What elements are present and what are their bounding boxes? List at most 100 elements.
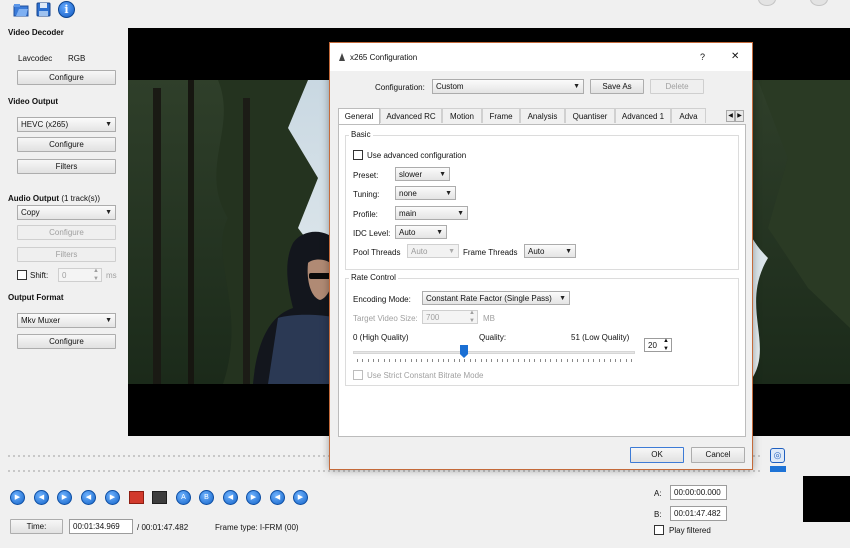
idc-level-select[interactable]: Auto ▼ (395, 225, 447, 239)
tab-advanced-rc[interactable]: Advanced RC (380, 108, 442, 123)
basic-group-title: Basic (349, 130, 373, 139)
save-as-button[interactable]: Save As (590, 79, 644, 94)
rate-control-group-title: Rate Control (349, 273, 398, 282)
frame-type: Frame type: I-FRM (00) (215, 523, 299, 532)
muxer-select[interactable]: Mkv Muxer ▼ (17, 313, 116, 328)
open-folder-icon[interactable] (13, 2, 29, 17)
play-icon[interactable]: ▶ (10, 490, 25, 505)
save-disk-icon[interactable] (36, 2, 52, 17)
slider-tick (513, 359, 514, 362)
slider-tick (583, 359, 584, 362)
next-frame-icon[interactable]: ▶ (105, 490, 120, 505)
timeline-track[interactable] (8, 470, 763, 472)
info-icon[interactable]: i (58, 1, 75, 18)
spin-arrows-icon: ▲ ▼ (663, 338, 669, 352)
chevron-down-icon: ▼ (448, 248, 455, 255)
decoder-codec-name: Lavcodec (18, 54, 53, 63)
prev-key-icon[interactable]: ◀ (223, 490, 238, 505)
rewind-icon[interactable]: ◀ (34, 490, 49, 505)
forward-icon[interactable]: ▶ (57, 490, 72, 505)
use-advanced-checkbox[interactable] (353, 150, 363, 160)
tuning-select[interactable]: none ▼ (395, 186, 456, 200)
slider-tick (395, 359, 396, 362)
audio-filters-button[interactable]: Filters (17, 247, 116, 262)
mini-preview (803, 476, 850, 522)
video-filters-button[interactable]: Filters (17, 159, 116, 174)
slider-tick (486, 359, 487, 362)
help-button[interactable]: ? (700, 52, 705, 62)
slider-tick (599, 359, 600, 362)
time-button[interactable]: Time: (10, 519, 63, 534)
slider-tick (454, 359, 455, 362)
ok-button[interactable]: OK (630, 447, 684, 463)
next-key-icon[interactable]: ▶ (246, 490, 261, 505)
marker-b-field[interactable]: 00:01:47.482 (670, 506, 727, 521)
encoding-mode-select[interactable]: Constant Rate Factor (Single Pass) ▼ (422, 291, 570, 305)
audio-configure-button[interactable]: Configure (17, 225, 116, 240)
record-icon[interactable] (129, 491, 144, 504)
volume-icon[interactable]: ◎ (770, 448, 785, 463)
muxer-configure-button[interactable]: Configure (17, 334, 116, 349)
video-configure-button[interactable]: Configure (17, 137, 116, 152)
target-size-value: 700 (426, 313, 440, 322)
target-size-spinbox[interactable]: 700 ▲ ▼ (422, 310, 478, 324)
audio-codec-select[interactable]: Copy ▼ (17, 205, 116, 220)
tab-advanced-1[interactable]: Advanced 1 (615, 108, 671, 123)
chevron-down-icon: ▼ (436, 229, 443, 236)
tab-advanced-2[interactable]: Adva (671, 108, 706, 123)
strict-cbr-checkbox[interactable] (353, 370, 363, 380)
tab-scroll-right-icon[interactable]: ▶ (735, 110, 744, 122)
chevron-down-icon: ▼ (105, 121, 112, 128)
slider-tick (400, 359, 401, 362)
decoder-configure-button[interactable]: Configure (17, 70, 116, 85)
tab-general[interactable]: General (338, 108, 380, 124)
play-filtered-label: Play filtered (669, 526, 711, 535)
slider-tick (470, 359, 471, 362)
quality-slider[interactable] (353, 345, 635, 365)
strict-cbr-label: Use Strict Constant Bitrate Mode (367, 371, 484, 380)
current-time-field[interactable]: 00:01:34.969 (69, 519, 133, 534)
slider-tick (550, 359, 551, 362)
window-button-icon[interactable] (810, 0, 828, 6)
preset-select[interactable]: slower ▼ (395, 167, 450, 181)
cancel-button[interactable]: Cancel (691, 447, 745, 463)
pool-threads-select[interactable]: Auto ▼ (407, 244, 459, 258)
play-filtered-checkbox[interactable] (654, 525, 664, 535)
slider-tick (518, 359, 519, 362)
tab-analysis[interactable]: Analysis (520, 108, 565, 123)
delete-button[interactable]: Delete (650, 79, 704, 94)
segment-icon[interactable] (152, 491, 167, 504)
slider-tick (593, 359, 594, 362)
tab-scroll-left-icon[interactable]: ◀ (726, 110, 735, 122)
tab-frame[interactable]: Frame (482, 108, 520, 123)
shift-checkbox[interactable] (17, 270, 27, 280)
frame-threads-select[interactable]: Auto ▼ (524, 244, 576, 258)
mark-a-icon[interactable]: A (176, 490, 191, 505)
decoder-codec-format: RGB (68, 54, 86, 63)
x265-config-dialog: x265 Configuration ? ✕ Configuration: Cu… (329, 42, 753, 470)
profile-select[interactable]: main ▼ (395, 206, 468, 220)
shift-spinbox[interactable]: 0 ▲ ▼ (58, 268, 102, 282)
slider-tick (368, 359, 369, 362)
tab-motion[interactable]: Motion (442, 108, 482, 123)
shift-unit: ms (106, 271, 117, 280)
marker-a-field[interactable]: 00:00:00.000 (670, 485, 727, 500)
prev-frame-icon[interactable]: ◀ (81, 490, 96, 505)
prev-black-icon[interactable]: ◀ (270, 490, 285, 505)
close-icon[interactable]: ✕ (731, 51, 739, 62)
slider-tick (631, 359, 632, 362)
timeline-slider-handle[interactable] (770, 466, 786, 472)
tab-quantiser[interactable]: Quantiser (565, 108, 615, 123)
slider-tick (502, 359, 503, 362)
video-codec-select[interactable]: HEVC (x265) ▼ (17, 117, 116, 132)
mark-b-icon[interactable]: B (199, 490, 214, 505)
configuration-select[interactable]: Custom ▼ (432, 79, 584, 94)
video-decoder-title: Video Decoder (8, 28, 64, 37)
slider-tick (481, 359, 482, 362)
window-button-icon[interactable] (758, 0, 776, 6)
slider-handle[interactable] (460, 345, 468, 358)
slider-tick (405, 359, 406, 362)
quality-spinbox[interactable]: 20 ▲ ▼ (644, 338, 672, 352)
next-black-icon[interactable]: ▶ (293, 490, 308, 505)
slider-tick (427, 359, 428, 362)
